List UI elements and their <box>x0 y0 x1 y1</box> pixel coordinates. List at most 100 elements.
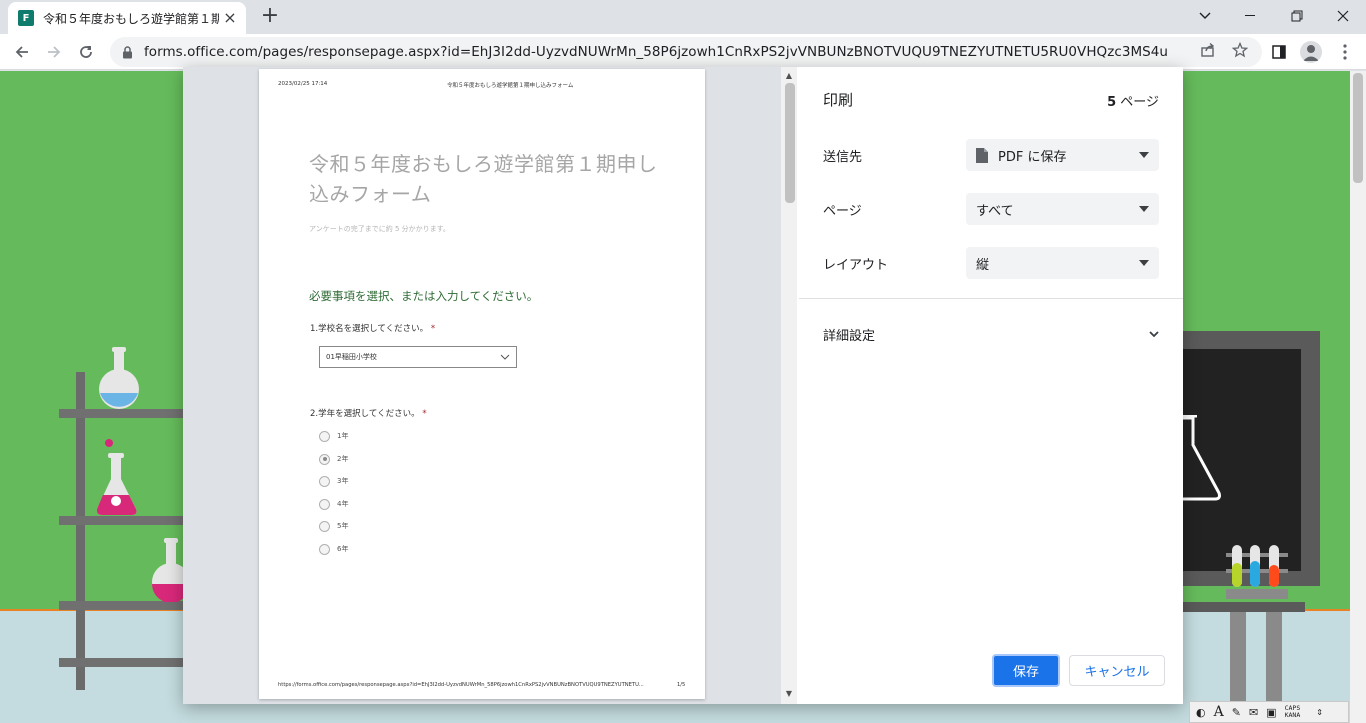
preview-footer-page: 1/5 <box>677 682 686 688</box>
radio-button-selected[interactable] <box>319 453 330 465</box>
radio-button[interactable] <box>319 543 330 555</box>
flask-pink-icon <box>96 439 137 515</box>
grade-option[interactable]: 4年 <box>319 497 348 511</box>
grade-option-label: 3年 <box>337 477 349 485</box>
ime-options-icon[interactable]: ⇕ <box>1316 708 1323 717</box>
bookmark-star-icon[interactable] <box>1231 41 1249 59</box>
menu-kebab-icon[interactable] <box>1333 40 1357 64</box>
preview-header-title: 令和５年度おもしろ遊学館第１期申し込みフォーム <box>447 83 574 89</box>
layout-value: 縦 <box>976 257 990 273</box>
page-scrollbar-thumb[interactable] <box>1353 73 1363 183</box>
ime-mode[interactable]: A <box>1214 704 1224 720</box>
tab-title: 令和５年度おもしろ遊学館第１期申し込みフォーム <box>43 11 219 26</box>
restore-icon[interactable] <box>1274 0 1320 32</box>
ime-dictionary-icon[interactable]: ✉ <box>1249 706 1258 719</box>
profile-icon <box>1300 41 1322 63</box>
radio-button[interactable] <box>319 498 330 510</box>
preview-page: 2023/02/25 17:14 令和５年度おもしろ遊学館第１期申し込みフォーム… <box>259 69 705 699</box>
destination-label: 送信先 <box>823 150 863 165</box>
radio-button[interactable] <box>319 520 330 532</box>
question-2-label: 2.学年を選択してください。 * <box>310 407 427 419</box>
lock-icon[interactable] <box>120 45 134 59</box>
back-icon[interactable] <box>8 38 36 66</box>
grade-option[interactable]: 6年 <box>319 542 348 556</box>
side-panel-icon[interactable] <box>1267 40 1291 64</box>
print-preview-area[interactable]: 2023/02/25 17:14 令和５年度おもしろ遊学館第１期申し込みフォーム… <box>183 67 781 704</box>
tab-close-icon[interactable]: × <box>222 10 238 26</box>
forms-favicon-icon: F <box>18 10 34 26</box>
question-2-text: 2.学年を選択してください。 <box>310 409 420 419</box>
pages-label: ページ <box>823 204 862 219</box>
dropdown-arrow-icon <box>1139 206 1149 212</box>
preview-scrollbar-thumb[interactable] <box>785 83 795 203</box>
profile-avatar[interactable] <box>1299 40 1323 64</box>
destination-value: PDF に保存 <box>998 149 1067 165</box>
page-count-suffix: ページ <box>1116 95 1159 110</box>
question-1-text: 1.学校名を選択してください。 <box>310 324 429 334</box>
share-icon[interactable] <box>1199 41 1217 59</box>
browser-toolbar: forms.office.com/pages/responsepage.aspx… <box>0 34 1366 70</box>
ime-caps-kana: CAPS KANA <box>1285 705 1309 719</box>
shelf-pole <box>76 372 85 690</box>
dropdown-arrow-icon <box>1139 260 1149 266</box>
ime-toggle-icon[interactable]: ◐ <box>1196 706 1206 719</box>
tab-strip: F 令和５年度おもしろ遊学館第１期申し込みフォーム × + <box>0 0 1366 34</box>
reload-icon[interactable] <box>72 38 100 66</box>
chevron-down-icon[interactable] <box>1147 327 1161 341</box>
layout-label: レイアウト <box>823 258 889 273</box>
grade-option-label: 6年 <box>337 545 349 553</box>
shelf-board <box>59 601 189 610</box>
grade-option[interactable]: 2年 <box>319 452 348 466</box>
tab-search-icon[interactable] <box>1182 0 1228 32</box>
ime-tools-icon[interactable]: ▣ <box>1266 706 1276 719</box>
preview-footer-url: https://forms.office.com/pages/responsep… <box>278 682 644 688</box>
grade-option[interactable]: 1年 <box>319 429 348 443</box>
ime-toolbar[interactable]: ◐ A ✎ ✉ ▣ CAPS KANA ⇕ <box>1189 701 1349 723</box>
file-icon <box>976 147 988 163</box>
print-settings-panel: 印刷 5 ページ 送信先 PDF に保存 ページ すべて レイアウト 縦 詳細設… <box>799 67 1183 704</box>
save-button[interactable]: 保存 <box>992 654 1060 687</box>
more-settings-toggle[interactable]: 詳細設定 <box>823 325 875 344</box>
chevron-down-icon <box>500 354 510 360</box>
pages-select[interactable]: すべて <box>966 193 1159 225</box>
shelf-board <box>59 658 189 667</box>
close-window-icon[interactable] <box>1320 0 1366 32</box>
scroll-up-icon[interactable]: ▲ <box>783 70 795 82</box>
page-count: 5 ページ <box>1107 91 1159 110</box>
print-title: 印刷 <box>823 91 854 109</box>
radio-button[interactable] <box>319 430 330 442</box>
school-select[interactable]: 01早稲田小学校 <box>319 346 517 368</box>
new-tab-icon[interactable]: + <box>258 4 282 28</box>
grade-option-label: 2年 <box>337 455 349 463</box>
minimize-icon[interactable] <box>1228 0 1274 32</box>
form-title: 令和５年度おもしろ遊学館第１期申し込みフォーム <box>309 152 658 206</box>
preview-header-date: 2023/02/25 17:14 <box>278 81 328 87</box>
school-select-value: 01早稲田小学校 <box>326 353 377 361</box>
pages-value: すべて <box>976 203 1014 219</box>
kana-indicator: KANA <box>1284 711 1301 719</box>
cancel-button[interactable]: キャンセル <box>1069 655 1165 686</box>
ime-pad-icon[interactable]: ✎ <box>1232 706 1241 719</box>
grade-option-label: 5年 <box>337 522 349 530</box>
address-bar[interactable]: forms.office.com/pages/responsepage.aspx… <box>110 37 1262 67</box>
grade-option[interactable]: 5年 <box>319 519 348 533</box>
required-marker: * <box>430 324 436 334</box>
lab-table-leg <box>1266 612 1282 704</box>
page-count-number: 5 <box>1107 95 1117 110</box>
scroll-down-icon[interactable]: ▼ <box>783 688 795 700</box>
forward-icon[interactable] <box>40 38 68 66</box>
grade-option-label: 4年 <box>337 500 349 508</box>
grade-option-label: 1年 <box>337 432 349 440</box>
grade-option[interactable]: 3年 <box>319 474 348 488</box>
dropdown-arrow-icon <box>1139 152 1149 158</box>
print-dialog: 2023/02/25 17:14 令和５年度おもしろ遊学館第１期申し込みフォーム… <box>183 67 1183 704</box>
browser-tab[interactable]: F 令和５年度おもしろ遊学館第１期申し込みフォーム × <box>8 2 246 34</box>
form-subtitle: アンケートの完了までに約 5 分かかります。 <box>309 225 450 233</box>
radio-button[interactable] <box>319 475 330 487</box>
required-marker: * <box>422 409 427 419</box>
question-1-label: 1.学校名を選択してください。 * <box>310 322 435 334</box>
destination-select[interactable]: PDF に保存 <box>966 139 1159 171</box>
layout-select[interactable]: 縦 <box>966 247 1159 279</box>
url-text: forms.office.com/pages/responsepage.aspx… <box>144 44 1169 60</box>
flask-blue-icon <box>99 347 139 409</box>
